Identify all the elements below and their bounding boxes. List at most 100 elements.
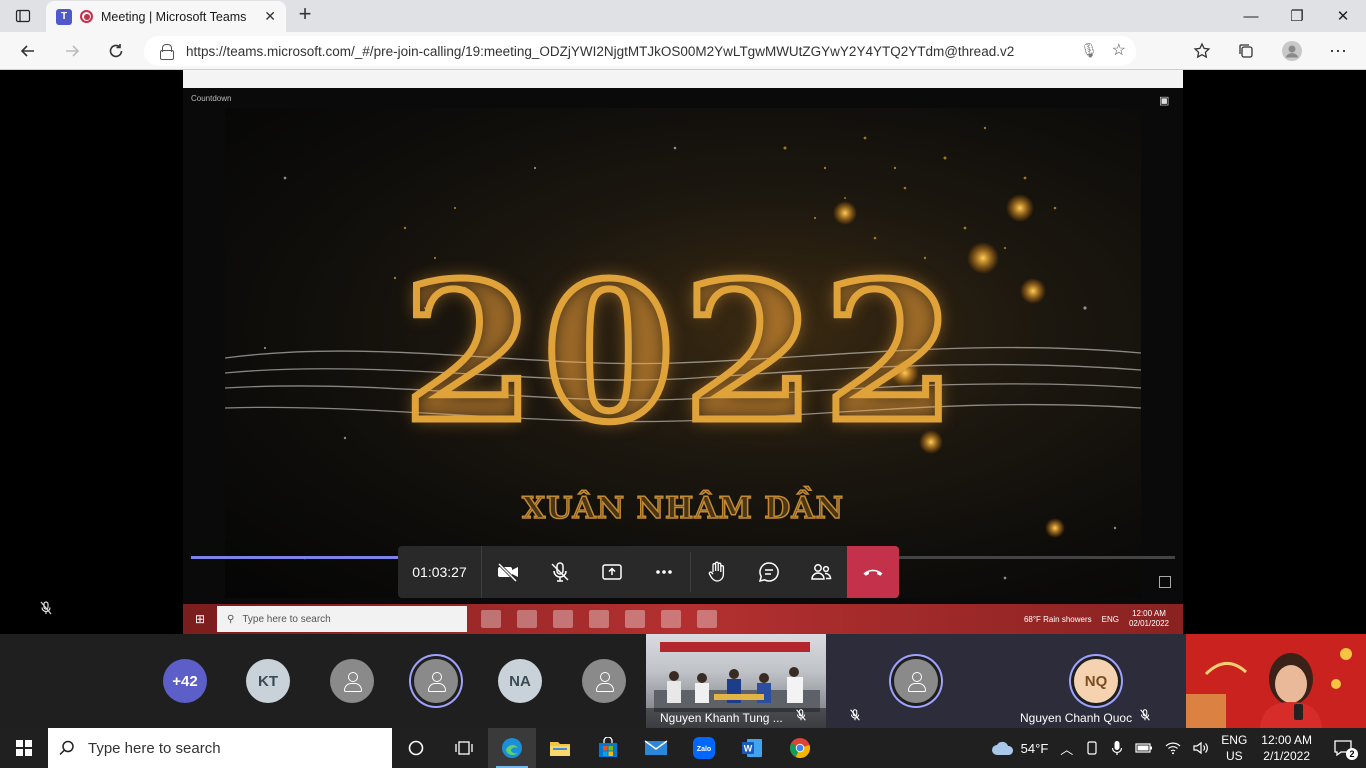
cortana-button[interactable]: [392, 728, 440, 768]
person-icon: [343, 672, 362, 692]
shared-search-box: ⚲ Type here to search: [217, 606, 467, 632]
chevron-up-icon: ︿: [1060, 741, 1074, 757]
browser-toolbar: https://teams.microsoft.com/_#/pre-join-…: [0, 32, 1366, 70]
profile-button[interactable]: [1278, 37, 1306, 65]
tray-mic-icon[interactable]: [1105, 740, 1129, 756]
tray-battery-icon[interactable]: [1129, 742, 1159, 754]
show-hidden-icons-button[interactable]: ︿: [1054, 739, 1079, 758]
muted-mic-icon: [848, 708, 862, 725]
participant-avatar[interactable]: [330, 659, 374, 703]
lock-icon: [160, 44, 174, 60]
new-tab-button[interactable]: +: [294, 3, 316, 26]
share-screen-button[interactable]: [586, 546, 638, 598]
refresh-button[interactable]: [102, 37, 130, 65]
taskbar-chrome[interactable]: [776, 728, 824, 768]
camera-toggle-button[interactable]: [482, 546, 534, 598]
minimize-button[interactable]: —: [1228, 0, 1274, 32]
microphone-icon: [1112, 741, 1123, 755]
browser-tab-meeting[interactable]: T Meeting | Microsoft Teams ✕: [46, 1, 286, 32]
more-participants-button[interactable]: +42: [163, 659, 207, 703]
shared-search-placeholder: Type here to search: [242, 613, 331, 625]
task-view-button[interactable]: [440, 728, 488, 768]
shared-app-icon: [517, 610, 537, 628]
input-language-button[interactable]: ENG US: [1215, 732, 1253, 764]
tab-actions-button[interactable]: [0, 0, 46, 32]
taskbar-edge[interactable]: [488, 728, 536, 768]
muted-mic-icon: [1138, 708, 1152, 725]
taskbar-search-box[interactable]: Type here to search: [48, 728, 392, 768]
svg-text:Zalo: Zalo: [697, 746, 711, 753]
shared-app-icon: [589, 610, 609, 628]
participants-icon: [811, 564, 832, 580]
self-video-image: [1186, 634, 1366, 728]
participant-video-tile-khanh[interactable]: Nguyen Khanh Tung ...: [646, 634, 826, 728]
taskbar-file-explorer[interactable]: [536, 728, 584, 768]
self-video-tile[interactable]: [1186, 634, 1366, 728]
shared-lang: ENG: [1101, 614, 1119, 624]
participants-button[interactable]: [795, 546, 847, 598]
taskbar-clock[interactable]: 12:00 AM 2/1/2022: [1253, 732, 1320, 764]
taskbar-mail[interactable]: [632, 728, 680, 768]
taskbar-store[interactable]: [584, 728, 632, 768]
volume-icon: [1193, 741, 1209, 755]
shared-search-icon: ⚲: [227, 613, 235, 625]
leave-call-button[interactable]: [847, 546, 899, 598]
mail-icon: [644, 740, 668, 755]
shared-date: 02/01/2022: [1128, 619, 1169, 628]
start-button[interactable]: [0, 728, 48, 768]
weather-widget[interactable]: 54°F: [985, 740, 1055, 756]
settings-more-button[interactable]: ⋯: [1324, 37, 1352, 65]
chat-button[interactable]: [743, 546, 795, 598]
voice-search-icon[interactable]: 🎙: [1080, 42, 1098, 59]
forward-button[interactable]: [58, 37, 86, 65]
close-window-button[interactable]: ✕: [1320, 0, 1366, 32]
back-button[interactable]: [14, 37, 42, 65]
participant-avatar-speaking[interactable]: [414, 659, 458, 703]
fullscreen-icon[interactable]: [1159, 576, 1171, 588]
participant-avatar-speaking[interactable]: [894, 659, 938, 703]
taskbar-zalo[interactable]: Zalo: [680, 728, 728, 768]
shared-app-icons: [481, 610, 717, 628]
taskbar-search-placeholder: Type here to search: [88, 739, 221, 757]
participant-avatar-nq[interactable]: NQ: [1074, 659, 1118, 703]
year-text: 2022: [399, 241, 964, 464]
restore-button[interactable]: ❐: [1274, 0, 1320, 32]
word-icon: W: [742, 739, 762, 757]
tray-wifi-icon[interactable]: [1159, 741, 1187, 755]
mic-off-icon: [551, 562, 569, 582]
shared-start-icon: ⊞: [194, 612, 206, 626]
expand-icon[interactable]: ▣: [1159, 94, 1173, 107]
shared-time: 12:00 AM: [1132, 609, 1166, 618]
collections-button[interactable]: [1232, 37, 1260, 65]
more-actions-button[interactable]: [638, 546, 690, 598]
tray-device-icon[interactable]: [1079, 741, 1105, 755]
countdown-video: 2022 XUÂN NHÂM DẦN: [225, 108, 1141, 598]
call-controls-bar: 01:03:27: [398, 546, 899, 598]
chrome-icon: [790, 738, 811, 759]
participant-avatar[interactable]: [582, 659, 626, 703]
add-favorite-icon[interactable]: ☆: [1112, 40, 1126, 60]
favorites-button[interactable]: [1188, 37, 1216, 65]
tab-actions-icon: [15, 9, 31, 23]
tray-volume-icon[interactable]: [1187, 741, 1215, 755]
participant-avatar-na[interactable]: NA: [498, 659, 542, 703]
shared-weather: 68°F Rain showers: [1023, 614, 1092, 624]
raise-hand-button[interactable]: [691, 546, 743, 598]
shared-app-icon: [625, 610, 645, 628]
zalo-icon: Zalo: [693, 737, 715, 759]
battery-icon: [1135, 743, 1153, 753]
mic-toggle-button[interactable]: [534, 546, 586, 598]
participant-avatar-kt[interactable]: KT: [246, 659, 290, 703]
task-view-icon: [455, 741, 473, 755]
teams-favicon-icon: T: [56, 8, 72, 25]
chat-icon: [758, 562, 779, 583]
language-code: ENG: [1221, 733, 1248, 747]
shared-app-icon: [481, 610, 501, 628]
tab-close-icon[interactable]: ✕: [264, 8, 276, 25]
shared-tray: 68°F Rain showers ENG 12:00 AM 02/01/202…: [1024, 599, 1183, 634]
notification-center-button[interactable]: 2: [1320, 728, 1366, 768]
edge-icon: [502, 738, 522, 758]
taskbar-word[interactable]: W: [728, 728, 776, 768]
address-bar[interactable]: https://teams.microsoft.com/_#/pre-join-…: [144, 36, 1136, 66]
clock-time: 12:00 AM: [1261, 733, 1312, 747]
